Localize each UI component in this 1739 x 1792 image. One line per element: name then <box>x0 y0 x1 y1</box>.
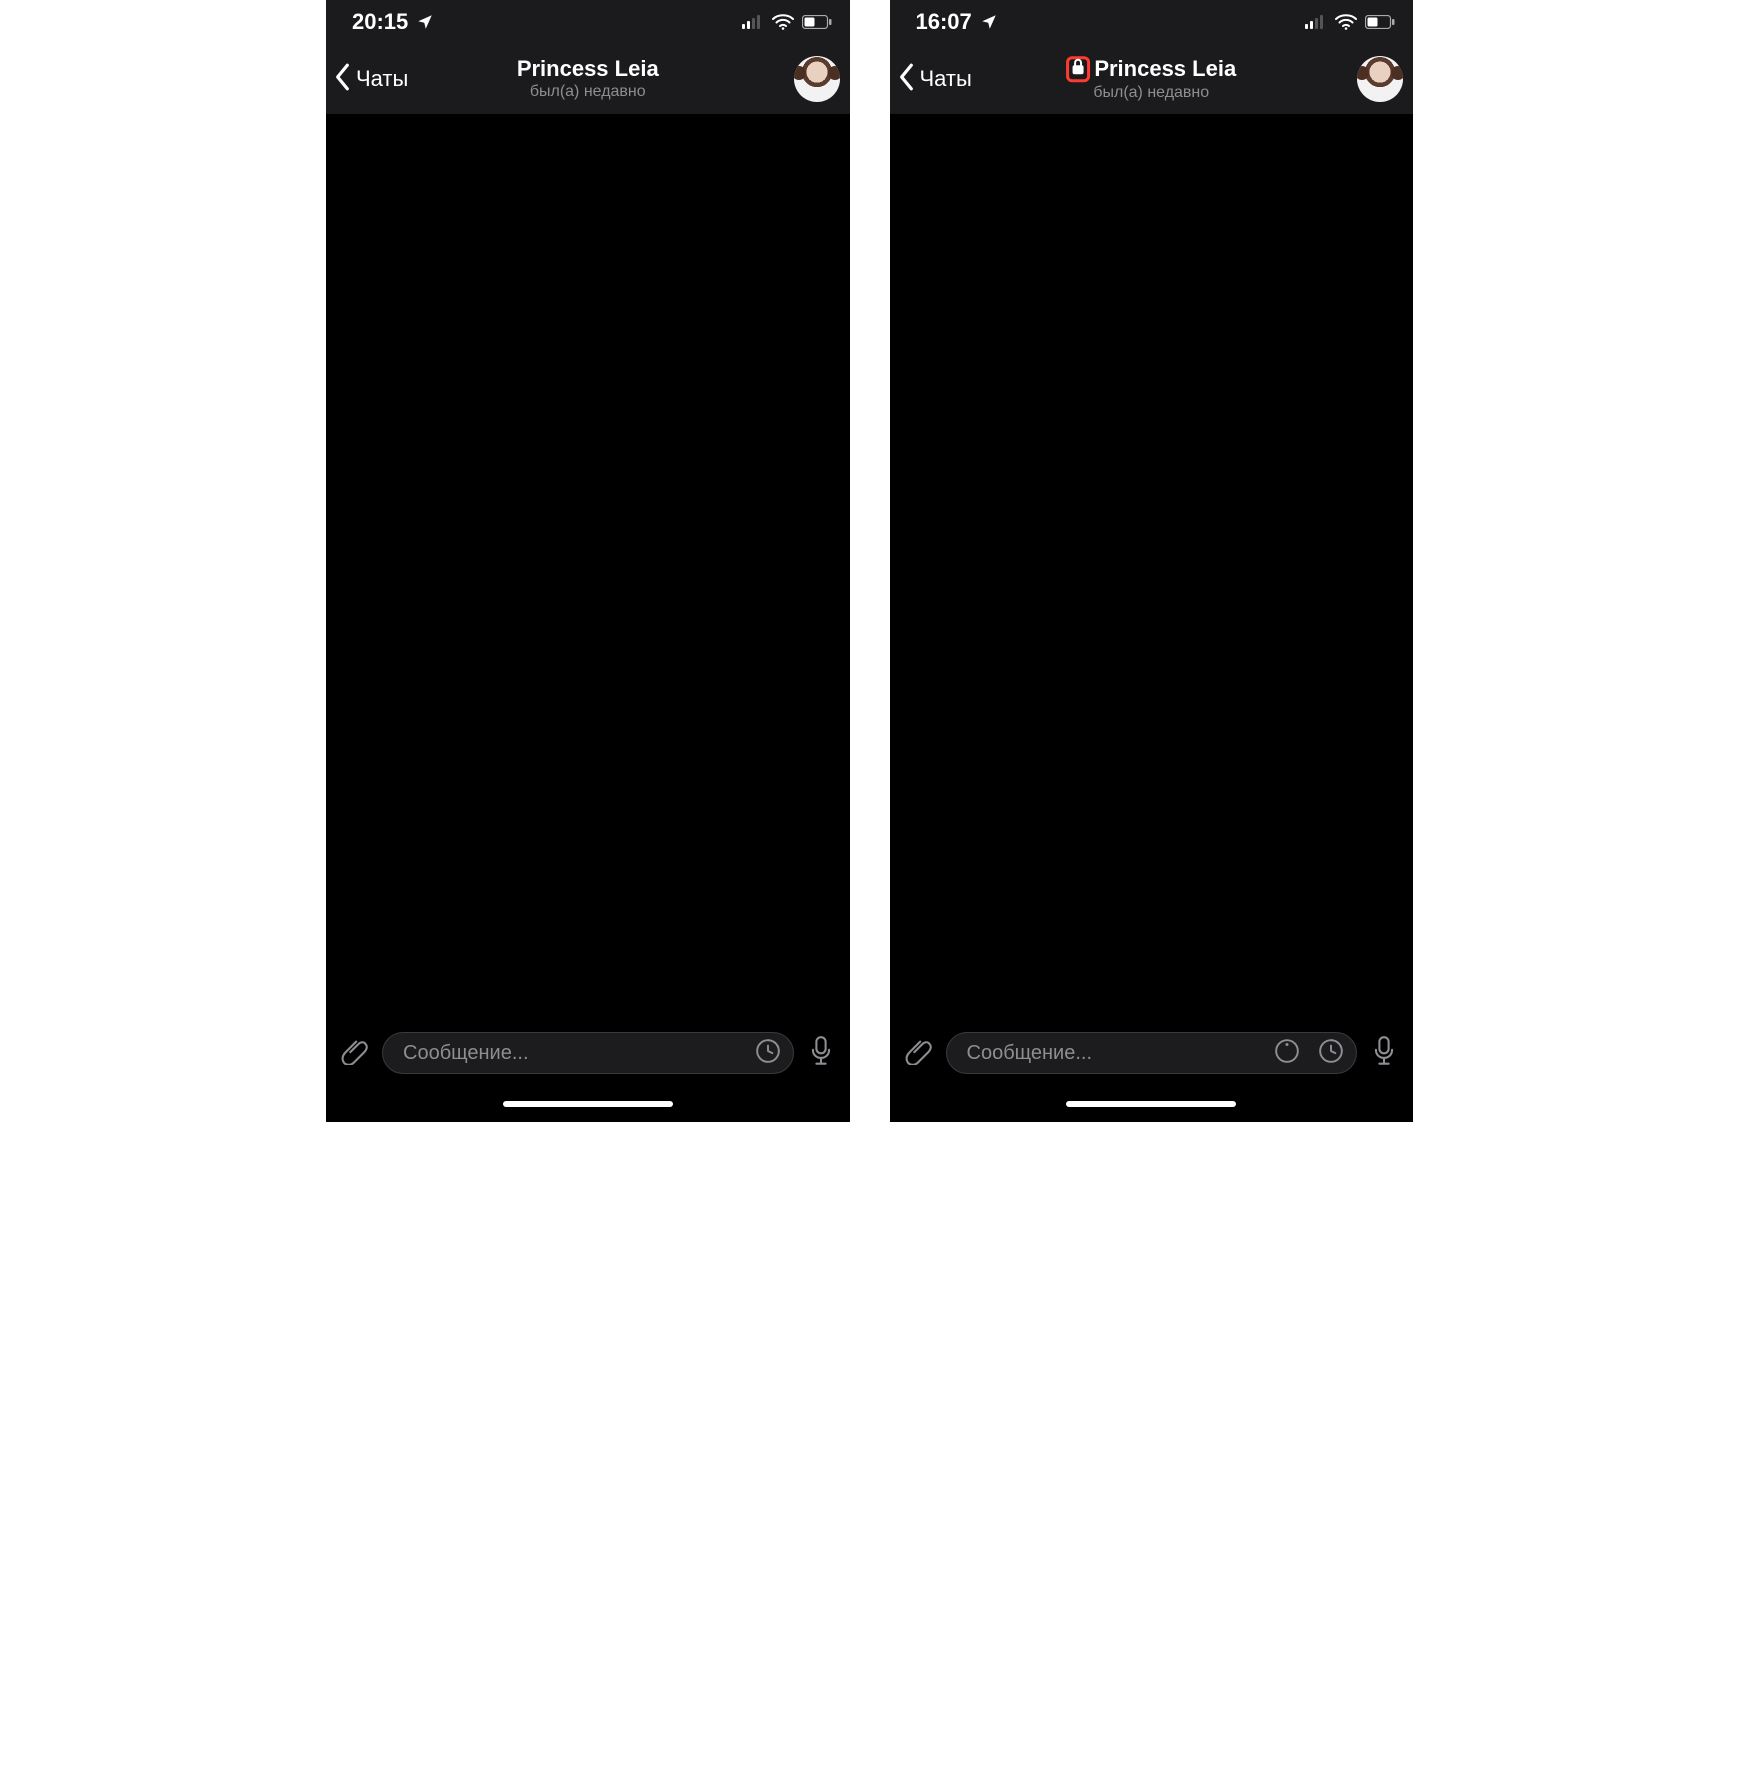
wifi-icon <box>1335 14 1357 30</box>
lock-indicator-highlight <box>1066 56 1090 82</box>
phone-screen-secret-chat: 16:07 Ча <box>890 0 1414 1122</box>
self-destruct-timer-button[interactable] <box>1270 1036 1304 1070</box>
message-input[interactable] <box>965 1041 1271 1066</box>
self-destruct-timer-icon <box>1274 1038 1300 1069</box>
location-arrow-icon <box>980 13 998 31</box>
home-indicator[interactable] <box>326 1086 850 1122</box>
battery-icon <box>1365 15 1395 29</box>
chat-title-block[interactable]: Princess Leia был(а) недавно <box>1066 56 1236 102</box>
chevron-left-icon <box>896 62 918 97</box>
avatar[interactable] <box>1357 56 1403 102</box>
chat-title-block[interactable]: Princess Leia был(а) недавно <box>517 57 659 101</box>
chat-subtitle: был(а) недавно <box>517 83 659 101</box>
chat-navbar: Чаты Princess Leia был(а) недавно <box>890 44 1414 114</box>
status-bar: 16:07 <box>890 0 1414 44</box>
avatar[interactable] <box>794 56 840 102</box>
chat-title: Princess Leia <box>517 57 659 81</box>
input-bar <box>326 1020 850 1086</box>
back-button[interactable]: Чаты <box>890 62 972 97</box>
status-time: 20:15 <box>352 9 408 35</box>
chat-navbar: Чаты Princess Leia был(а) недавно <box>326 44 850 114</box>
sticker-button[interactable] <box>1314 1036 1348 1070</box>
location-arrow-icon <box>416 13 434 31</box>
message-field[interactable] <box>946 1032 1358 1074</box>
chat-title: Princess Leia <box>1094 57 1236 81</box>
status-time: 16:07 <box>916 9 972 35</box>
sticker-button[interactable] <box>751 1036 785 1070</box>
back-button[interactable]: Чаты <box>326 62 408 97</box>
back-label: Чаты <box>920 66 972 92</box>
message-input[interactable] <box>401 1041 751 1066</box>
sticker-clock-icon <box>1318 1038 1344 1069</box>
lock-icon <box>1071 57 1085 81</box>
phone-screen-regular-chat: 20:15 Ча <box>326 0 850 1122</box>
input-bar <box>890 1020 1414 1086</box>
mic-button[interactable] <box>1367 1036 1401 1070</box>
chevron-left-icon <box>332 62 354 97</box>
chat-subtitle: был(а) недавно <box>1066 84 1236 102</box>
microphone-icon <box>1372 1036 1396 1071</box>
status-bar: 20:15 <box>326 0 850 44</box>
paperclip-icon <box>905 1037 933 1070</box>
cell-signal-icon <box>1305 15 1327 29</box>
chat-body-empty[interactable] <box>326 114 850 1020</box>
back-label: Чаты <box>356 66 408 92</box>
attach-button[interactable] <box>338 1036 372 1070</box>
attach-button[interactable] <box>902 1036 936 1070</box>
mic-button[interactable] <box>804 1036 838 1070</box>
cell-signal-icon <box>742 15 764 29</box>
message-field[interactable] <box>382 1032 794 1074</box>
home-indicator[interactable] <box>890 1086 1414 1122</box>
paperclip-icon <box>341 1037 369 1070</box>
battery-icon <box>802 15 832 29</box>
wifi-icon <box>772 14 794 30</box>
microphone-icon <box>809 1036 833 1071</box>
chat-body-empty[interactable] <box>890 114 1414 1020</box>
sticker-clock-icon <box>755 1038 781 1069</box>
